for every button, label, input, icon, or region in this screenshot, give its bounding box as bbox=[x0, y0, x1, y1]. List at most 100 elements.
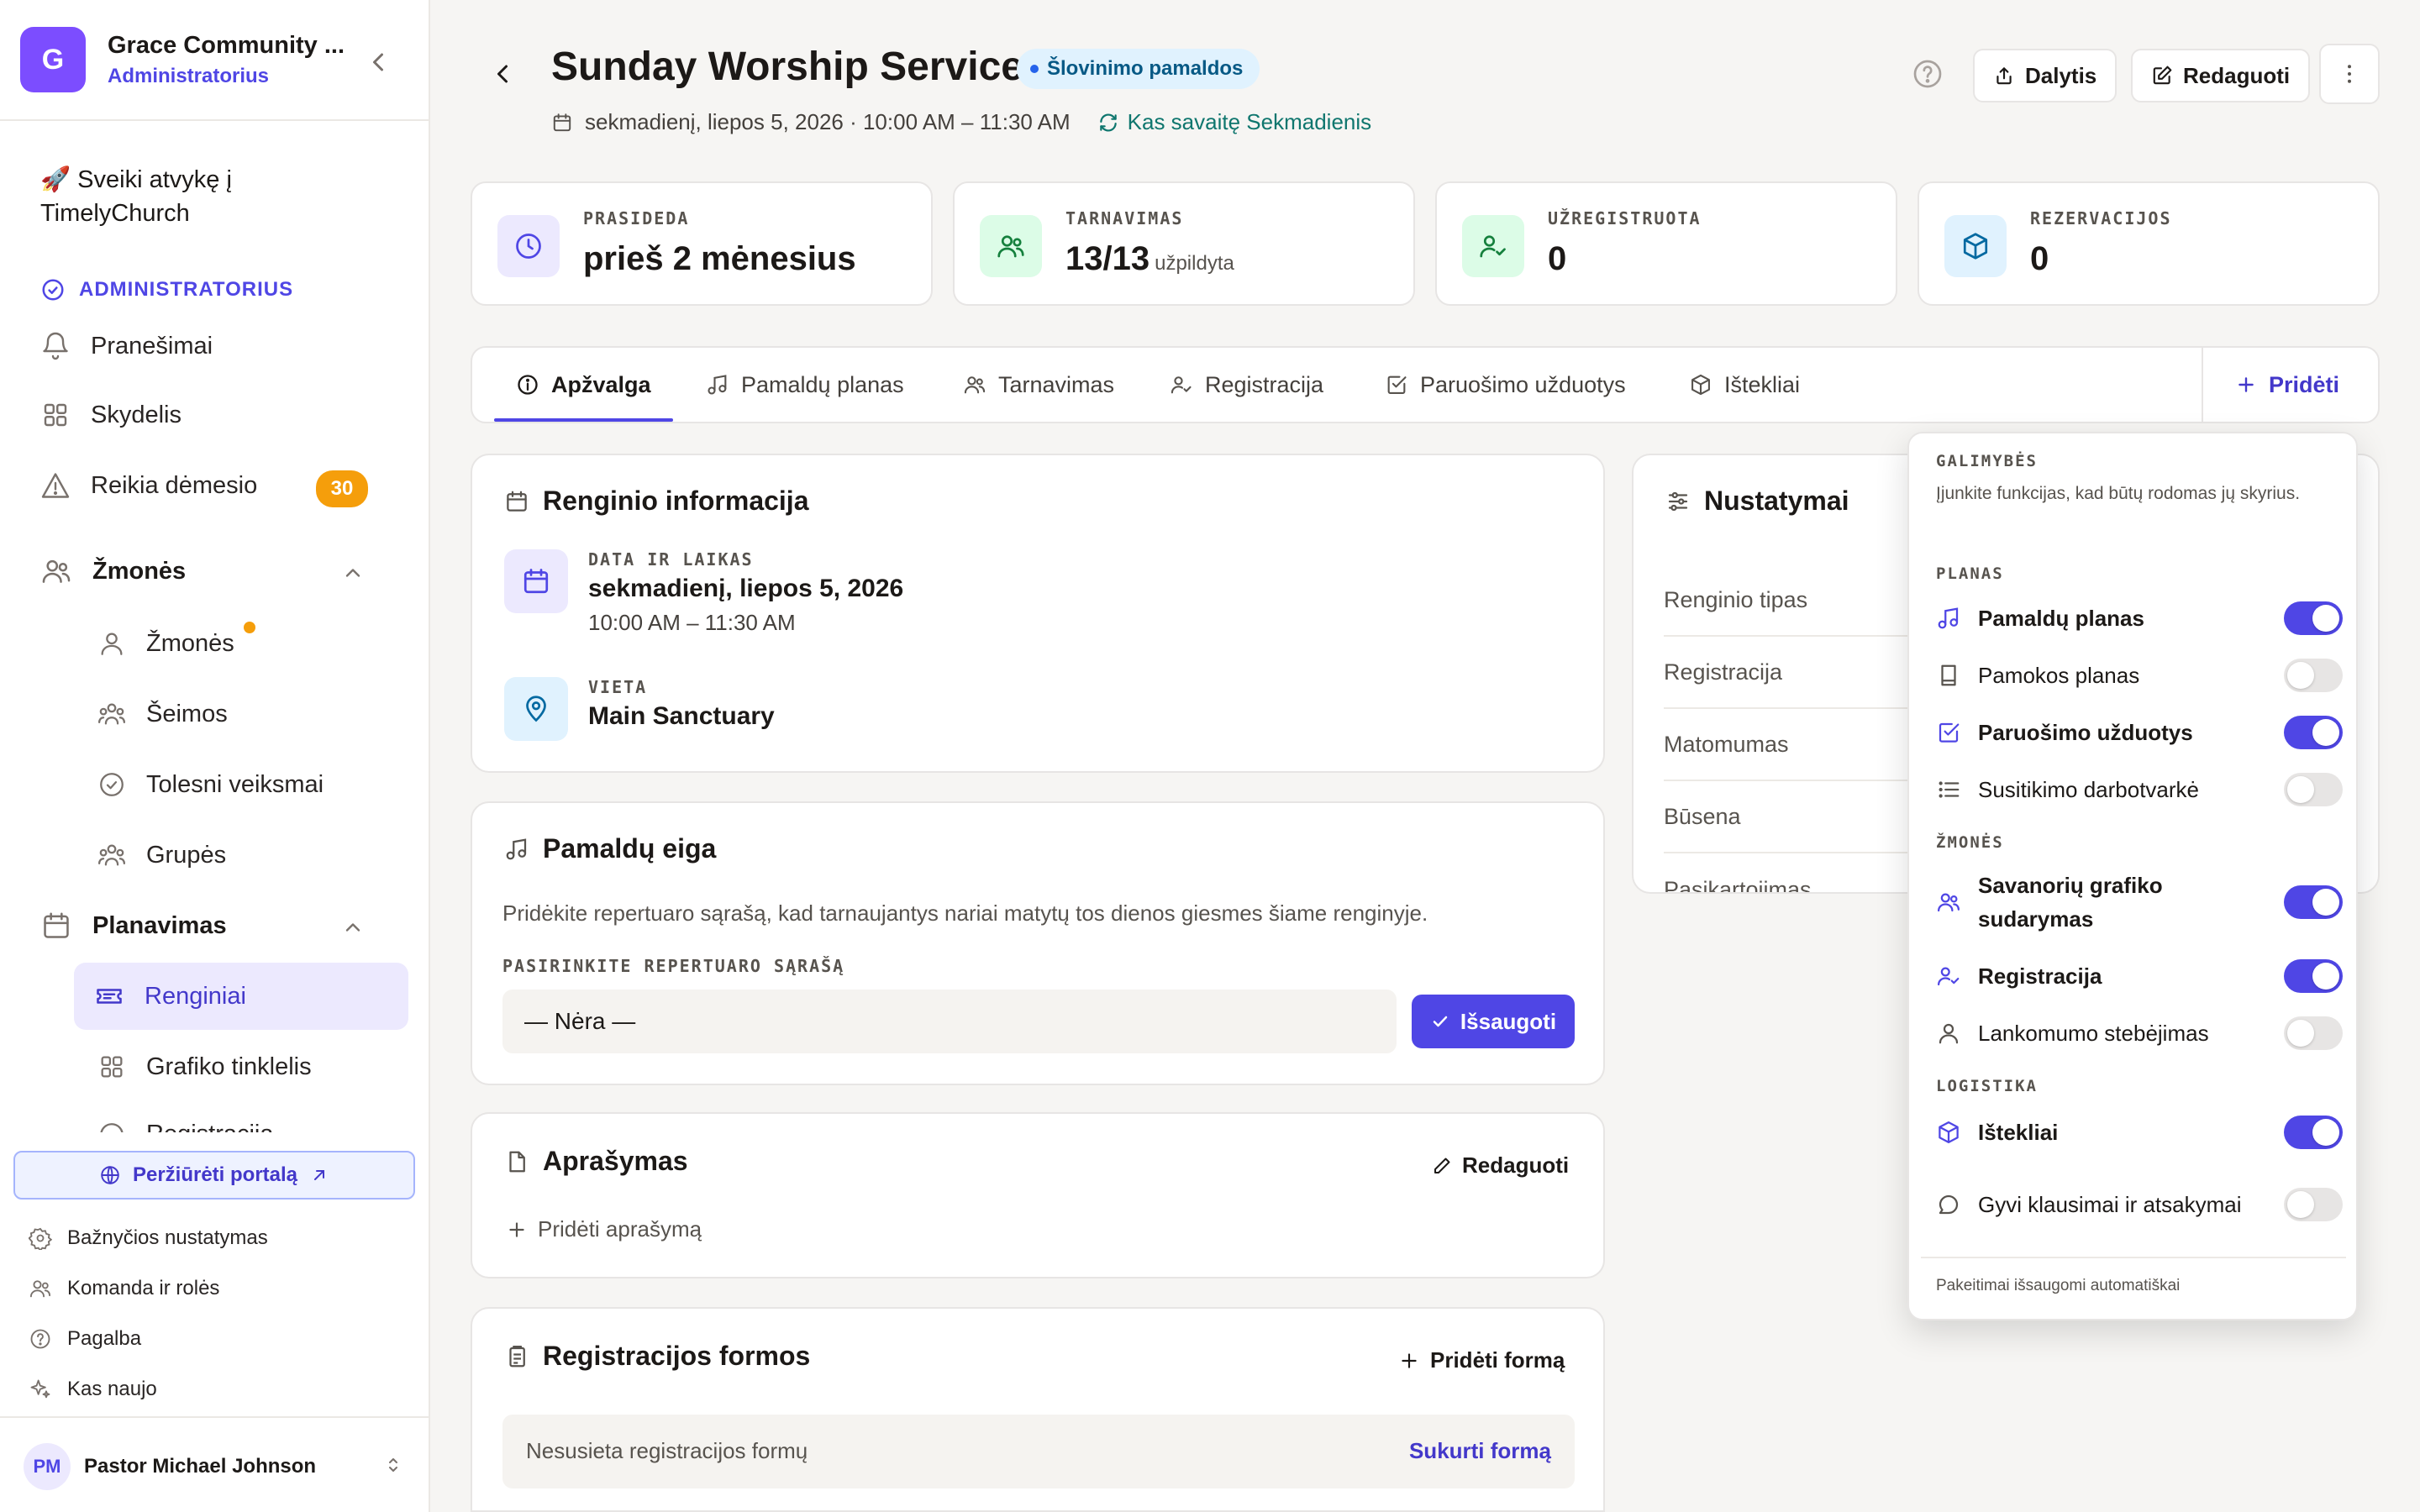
checkbox-icon bbox=[1385, 373, 1408, 396]
setting-label: Pasikartojimas bbox=[1664, 876, 1812, 894]
clock-icon bbox=[497, 215, 560, 277]
box-icon bbox=[1936, 1120, 1961, 1145]
card-title: Pamaldų eiga bbox=[543, 833, 717, 864]
tab-overview[interactable]: Apžvalga bbox=[494, 348, 673, 422]
org-name[interactable]: Grace Community ... bbox=[108, 32, 345, 60]
help-link[interactable]: Pagalba bbox=[29, 1327, 141, 1351]
tab-service-plan[interactable]: Pamaldų planas bbox=[706, 348, 904, 422]
feature-toggle[interactable] bbox=[2284, 885, 2343, 919]
edit-description-button[interactable]: Redaguoti bbox=[1432, 1152, 1569, 1179]
sidebar-item-label: Šeimos bbox=[146, 700, 228, 727]
users-icon bbox=[963, 373, 986, 396]
sidebar-item-groups[interactable]: Grupės bbox=[94, 828, 407, 882]
create-form-link[interactable]: Sukurti formą bbox=[1409, 1438, 1551, 1464]
edit-button[interactable]: Redaguoti bbox=[2131, 49, 2311, 102]
stat-value: 0 bbox=[1548, 240, 1567, 277]
church-settings-link[interactable]: Bažnyčios nustatymas bbox=[29, 1226, 268, 1250]
feature-resources[interactable]: Ištekliai bbox=[1936, 1116, 2343, 1149]
section-people: ŽMONĖS bbox=[1936, 833, 2004, 852]
feature-toggle[interactable] bbox=[2284, 659, 2343, 692]
feature-toggle[interactable] bbox=[2284, 1116, 2343, 1149]
feature-toggle[interactable] bbox=[2284, 601, 2343, 635]
users-icon bbox=[40, 555, 72, 587]
feature-label: Pamaldų planas bbox=[1978, 606, 2144, 631]
feature-lesson-plan[interactable]: Pamokos planas bbox=[1936, 659, 2343, 692]
card-header: Registracijos formos bbox=[504, 1341, 810, 1372]
sidebar-item-notifications[interactable]: Pranešimai bbox=[37, 319, 407, 373]
event-meta: sekmadienį, liepos 5, 2026 · 10:00 AM – … bbox=[551, 109, 1371, 135]
back-arrow-icon[interactable] bbox=[487, 59, 518, 89]
chevron-up-icon[interactable] bbox=[341, 916, 365, 939]
help-circle-icon[interactable] bbox=[1911, 57, 1944, 91]
feature-service-plan[interactable]: Pamaldų planas bbox=[1936, 601, 2343, 635]
view-portal-button[interactable]: Peržiūrėti portalą bbox=[13, 1151, 415, 1200]
add-description-button[interactable]: Pridėti aprašymą bbox=[506, 1216, 702, 1242]
feature-toggle[interactable] bbox=[2284, 1188, 2343, 1221]
sidebar-item-attention[interactable]: Reikia dėmesio 30 bbox=[37, 459, 407, 512]
setting-label: Renginio tipas bbox=[1664, 586, 1808, 612]
chevron-up-icon[interactable] bbox=[341, 561, 365, 585]
sidebar-item-events[interactable]: Renginiai bbox=[74, 963, 408, 1030]
add-form-button[interactable]: Pridėti formą bbox=[1398, 1347, 1565, 1373]
users-icon bbox=[29, 1277, 52, 1300]
share-button[interactable]: Dalytis bbox=[1973, 49, 2118, 102]
sidebar-item-dashboard[interactable]: Skydelis bbox=[37, 388, 407, 442]
new-indicator-dot bbox=[244, 622, 255, 633]
feature-toggle[interactable] bbox=[2284, 959, 2343, 993]
sidebar-item-people[interactable]: Žmonės bbox=[94, 617, 407, 670]
share-label: Dalytis bbox=[2025, 62, 2097, 88]
sidebar-item-followups[interactable]: Tolesni veiksmai bbox=[94, 758, 407, 811]
grid-icon bbox=[40, 400, 71, 430]
sidebar-item-schedule-grid[interactable]: Grafiko tinklelis bbox=[94, 1040, 407, 1094]
whats-new-link[interactable]: Kas naujo bbox=[29, 1378, 157, 1401]
autosave-note: Pakeitimai išsaugomi automatiškai bbox=[1936, 1277, 2181, 1294]
sidebar-group-planning[interactable]: Planavimas bbox=[37, 899, 407, 953]
feature-toggle[interactable] bbox=[2284, 773, 2343, 806]
grid-icon bbox=[97, 1053, 126, 1081]
team-roles-link[interactable]: Komanda ir rolės bbox=[29, 1277, 219, 1300]
feature-toggle[interactable] bbox=[2284, 716, 2343, 749]
recurrence-link[interactable]: Kas savaitę Sekmadienis bbox=[1097, 109, 1371, 135]
add-feature-button[interactable]: Pridėti bbox=[2235, 348, 2339, 422]
user-menu[interactable]: PM Pastor Michael Johnson bbox=[0, 1416, 429, 1512]
feature-meeting-agenda[interactable]: Susitikimo darbotvarkė bbox=[1936, 773, 2343, 806]
ticket-icon bbox=[94, 981, 124, 1011]
chevron-up-down-icon[interactable] bbox=[383, 1455, 403, 1475]
setting-label: Registracija bbox=[1664, 659, 1783, 685]
feature-prep-tasks[interactable]: Paruošimo užduotys bbox=[1936, 716, 2343, 749]
sidebar-item-registration[interactable]: Registracija bbox=[94, 1110, 407, 1132]
feature-registration[interactable]: Registracija bbox=[1936, 959, 2343, 993]
save-setlist-button[interactable]: Išsaugoti bbox=[1412, 995, 1575, 1048]
sidebar-item-label: Renginiai bbox=[145, 982, 246, 1010]
feature-toggle[interactable] bbox=[2284, 1016, 2343, 1050]
stat-label: PRASIDEDA bbox=[583, 208, 690, 228]
event-info-card: Renginio informacija DATA IR LAIKAS sekm… bbox=[471, 454, 1605, 773]
tab-prep-tasks[interactable]: Paruošimo užduotys bbox=[1385, 348, 1626, 422]
tab-serving[interactable]: Tarnavimas bbox=[963, 348, 1114, 422]
feature-label: Ištekliai bbox=[1978, 1120, 2059, 1145]
calendar-icon bbox=[551, 112, 573, 134]
user-icon bbox=[1936, 1021, 1961, 1046]
stat-card-starts: PRASIDEDA prieš 2 mėnesius bbox=[471, 181, 933, 306]
tab-resources[interactable]: Ištekliai bbox=[1689, 348, 1800, 422]
more-options-button[interactable] bbox=[2319, 44, 2380, 104]
org-header: G Grace Community ... Administratorius bbox=[0, 0, 429, 121]
feature-live-qa[interactable]: Gyvi klausimai ir atsakymai bbox=[1936, 1171, 2343, 1238]
date-time-block: DATA IR LAIKAS sekmadienį, liepos 5, 202… bbox=[588, 549, 903, 636]
feature-volunteer-scheduling[interactable]: Savanorių grafiko sudarymas bbox=[1936, 869, 2343, 936]
user-check-icon bbox=[1170, 373, 1193, 396]
tab-registration[interactable]: Registracija bbox=[1170, 348, 1323, 422]
feature-attendance[interactable]: Lankomumo stebėjimas bbox=[1936, 1016, 2343, 1050]
gear-icon bbox=[29, 1226, 52, 1250]
globe-icon bbox=[99, 1164, 121, 1186]
check-circle-icon bbox=[40, 277, 66, 302]
collapse-sidebar-icon[interactable] bbox=[363, 47, 393, 77]
sidebar-item-families[interactable]: Šeimos bbox=[94, 687, 407, 741]
sidebar-group-people[interactable]: Žmonės bbox=[37, 544, 407, 598]
setlist-select[interactable]: — Nėra — bbox=[502, 990, 1397, 1053]
sidebar-group-label: Planavimas bbox=[92, 911, 227, 939]
sidebar-item-label: Skydelis bbox=[91, 401, 182, 428]
user-name: Pastor Michael Johnson bbox=[84, 1455, 317, 1478]
attention-count-badge: 30 bbox=[316, 470, 368, 507]
list-icon bbox=[1936, 777, 1961, 802]
